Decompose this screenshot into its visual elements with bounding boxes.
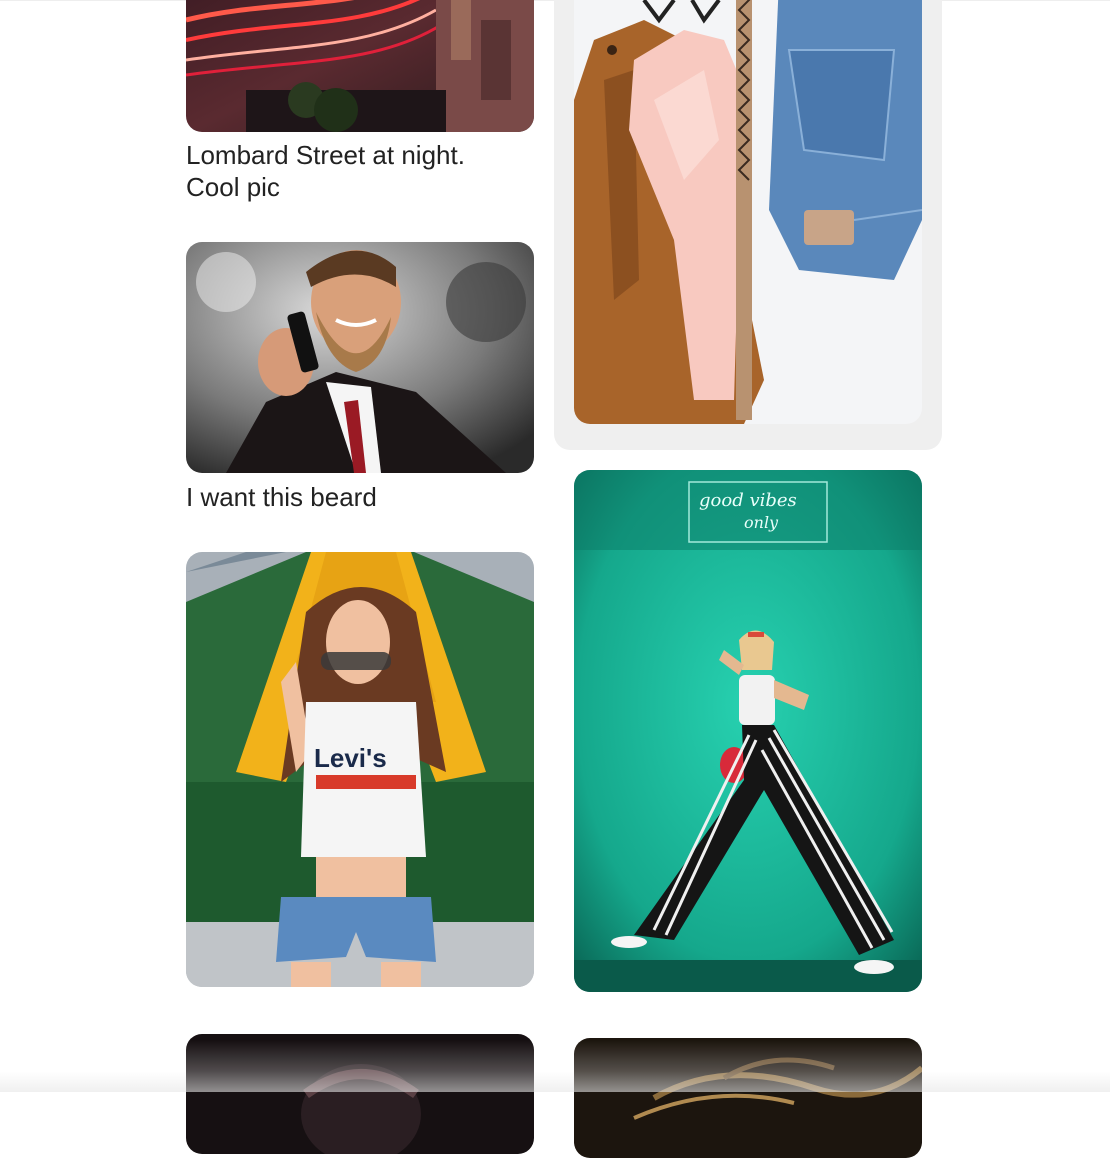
neon-sign-text: good vibes: [699, 490, 797, 511]
levis-photo: Levi's: [186, 552, 534, 987]
lombard-photo: [186, 0, 534, 132]
shirt-logo-text: Levi's: [314, 743, 387, 773]
pin-image-bottom-right[interactable]: [574, 1038, 922, 1158]
beard-photo: [186, 242, 534, 473]
pin-caption-lombard-line1: Lombard Street at night.: [186, 140, 465, 170]
pin-feed: Lombard Street at night. Cool pic I want…: [0, 0, 1110, 1158]
pin-image-bottom-left[interactable]: [186, 1034, 534, 1154]
pin-caption-beard: I want this beard: [186, 482, 377, 512]
teal-photo: good vibes only: [574, 470, 922, 992]
pin-image-levis[interactable]: Levi's: [186, 552, 534, 987]
pin-image-clothes[interactable]: [574, 0, 922, 424]
pin-image-teal[interactable]: good vibes only: [574, 470, 922, 992]
svg-text:only: only: [744, 513, 779, 532]
pin-image-lombard[interactable]: [186, 0, 534, 132]
bottom-right-photo: [574, 1038, 922, 1158]
bottom-left-photo: [186, 1034, 534, 1154]
pin-image-beard[interactable]: [186, 242, 534, 473]
pin-caption-lombard: Lombard Street at night. Cool pic: [186, 139, 546, 203]
clothes-photo: [574, 0, 922, 424]
pin-caption-lombard-line2: Cool pic: [186, 172, 280, 202]
